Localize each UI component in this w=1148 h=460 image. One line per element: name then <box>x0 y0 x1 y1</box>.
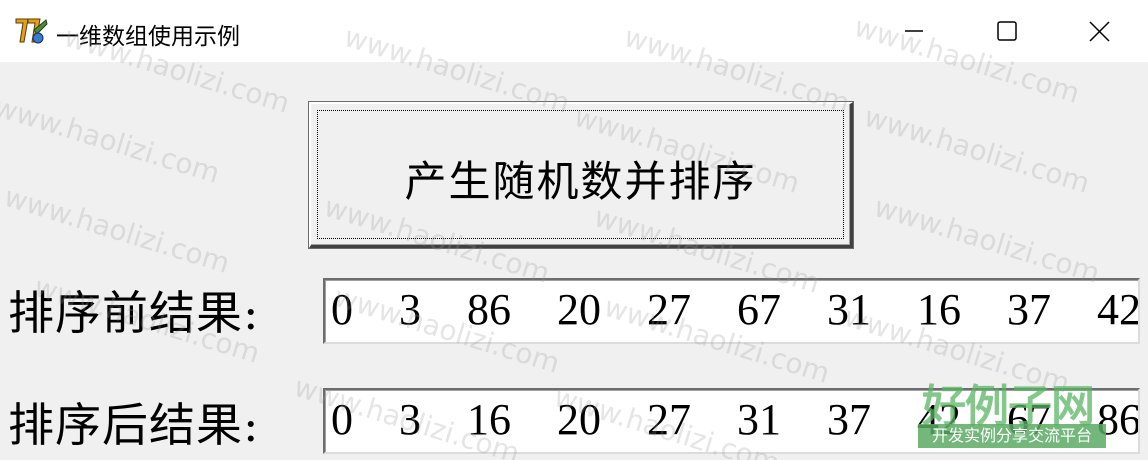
generate-sort-button-label: 产生随机数并排序 <box>404 157 757 206</box>
before-sort-field[interactable]: 0 3 86 20 27 67 31 16 37 42 <box>323 278 1140 344</box>
before-sort-value: 0 3 86 20 27 67 31 16 37 42 <box>331 285 1140 334</box>
close-icon <box>1089 21 1110 42</box>
minimize-button[interactable] <box>868 0 960 62</box>
before-sort-label: 排序前结果: <box>8 286 260 340</box>
logo-subtitle: 开发实例分享交流平台 <box>918 424 1106 448</box>
after-sort-label: 排序后结果: <box>8 398 260 452</box>
maximize-button[interactable] <box>961 0 1053 62</box>
vb-app-icon <box>15 18 48 44</box>
close-button[interactable] <box>1054 0 1146 62</box>
generate-sort-button[interactable]: 产生随机数并排序 <box>309 102 853 248</box>
minimize-icon <box>905 30 923 32</box>
title-bar[interactable]: 一维数组使用示例 <box>0 0 1148 62</box>
main-window: 一维数组使用示例 产生随机数并排序 排序前结果: 0 3 86 20 27 67… <box>0 0 1148 460</box>
site-logo: 好例子网 开发实例分享交流平台 <box>918 370 1110 450</box>
maximize-icon <box>997 21 1017 41</box>
window-title: 一维数组使用示例 <box>56 24 240 50</box>
